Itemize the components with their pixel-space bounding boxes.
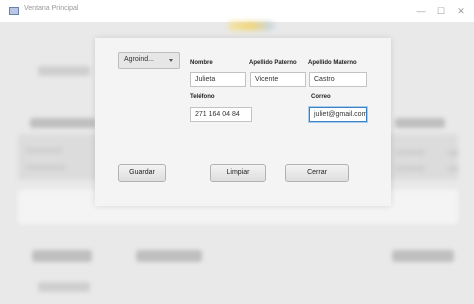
telefono-field[interactable]: 271 164 04 84 (190, 107, 252, 122)
company-select[interactable]: Agroind... (118, 52, 180, 69)
accent-banner (228, 22, 274, 30)
blurred-button (392, 250, 454, 262)
guardar-button[interactable]: Guardar (118, 164, 166, 182)
blurred-row (26, 148, 62, 153)
correo-field[interactable]: juliet@gmail.com (309, 107, 367, 122)
title-bar: Ventana Principal — ☐ ✕ (0, 0, 474, 22)
window-title: Ventana Principal (24, 5, 79, 12)
blurred-cell (395, 166, 425, 171)
telefono-label: Teléfono (190, 94, 215, 100)
chevron-down-icon (169, 59, 173, 62)
correo-label: Correo (311, 94, 331, 100)
limpiar-button[interactable]: Limpiar (210, 164, 266, 182)
nombre-label: Nombre (190, 60, 213, 66)
blurred-row (26, 165, 66, 170)
close-window-button[interactable]: ✕ (452, 3, 470, 19)
company-select-value: Agroind... (124, 56, 154, 63)
blurred-button (38, 282, 90, 292)
maximize-button[interactable]: ☐ (432, 3, 450, 19)
blurred-cell (448, 150, 458, 156)
blurred-label (38, 66, 90, 76)
apellido-paterno-label: Apellido Paterno (249, 60, 297, 66)
nombre-field[interactable]: Julieta (190, 72, 246, 87)
apellido-materno-label: Apellido Materno (308, 60, 357, 66)
blurred-cell (448, 166, 458, 172)
apellido-paterno-field[interactable]: Vicente (250, 72, 306, 87)
minimize-button[interactable]: — (412, 3, 430, 19)
cerrar-button[interactable]: Cerrar (285, 164, 349, 182)
blurred-button (32, 250, 92, 262)
blurred-cell (395, 150, 425, 155)
blurred-table-header (395, 118, 445, 128)
blurred-table-header (30, 118, 96, 128)
blurred-button (136, 250, 202, 262)
apellido-materno-field[interactable]: Castro (309, 72, 367, 87)
app-window-icon (9, 7, 19, 15)
